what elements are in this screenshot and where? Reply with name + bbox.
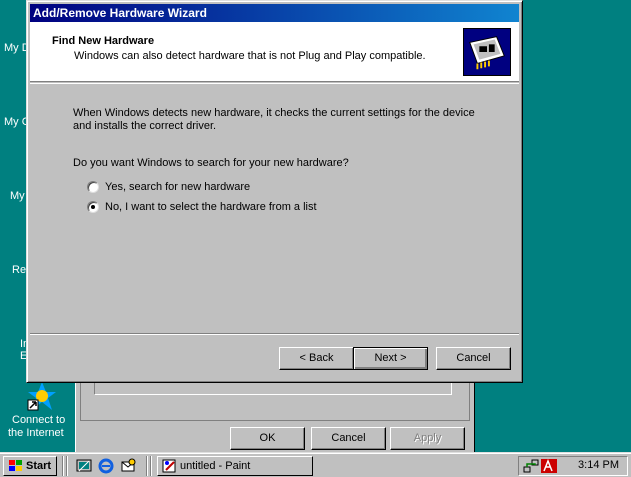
- task-paint-button[interactable]: untitled - Paint: [157, 456, 313, 476]
- clock[interactable]: 3:14 PM: [578, 459, 619, 471]
- wizard-separator: [30, 333, 519, 335]
- taskbar-divider-1: [62, 456, 64, 476]
- wizard-header-subtitle: Windows can also detect hardware that is…: [74, 50, 426, 62]
- system-tray: 3:14 PM: [518, 456, 628, 476]
- desktop-icon-label-network[interactable]: My: [10, 190, 25, 202]
- hardware-card-icon: [463, 28, 511, 76]
- next-button[interactable]: Next >: [353, 347, 428, 370]
- ati-tray-icon[interactable]: [541, 458, 557, 474]
- bg-ok-button[interactable]: OK: [230, 427, 305, 450]
- radio-button-yes[interactable]: [87, 181, 99, 193]
- taskbar-divider-4: [150, 456, 152, 476]
- outlook-express-icon[interactable]: [120, 458, 136, 474]
- taskbar: Start untitled - Paint 3:14 PM: [0, 452, 631, 477]
- radio-label-yes[interactable]: Yes, search for new hardware: [105, 181, 250, 193]
- wizard-header-highlight: [30, 83, 519, 84]
- add-remove-hardware-wizard: Add/Remove Hardware Wizard Find New Hard…: [26, 0, 523, 383]
- wizard-question: Do you want Windows to search for your n…: [73, 157, 349, 169]
- bg-apply-button[interactable]: Apply: [390, 427, 465, 450]
- wizard-header: Find New Hardware Windows can also detec…: [30, 22, 519, 82]
- paint-icon: [162, 459, 176, 473]
- radio-option-no[interactable]: No, I want to select the hardware from a…: [87, 200, 317, 214]
- taskbar-divider-3: [146, 456, 148, 476]
- connect-internet-icon[interactable]: [26, 380, 58, 412]
- show-desktop-icon[interactable]: [76, 458, 92, 474]
- windows-logo-icon: [9, 460, 22, 471]
- back-button[interactable]: < Back: [279, 347, 354, 370]
- desktop-icon-label-recycle-bin[interactable]: Re: [12, 264, 26, 276]
- desktop-icon-label-connect-2[interactable]: the Internet: [8, 427, 64, 439]
- radio-label-no[interactable]: No, I want to select the hardware from a…: [105, 201, 317, 213]
- wizard-header-title: Find New Hardware: [52, 35, 155, 47]
- bg-cancel-button[interactable]: Cancel: [311, 427, 386, 450]
- wizard-description-line-2: and installs the correct driver.: [73, 120, 217, 132]
- start-button[interactable]: Start: [3, 456, 57, 476]
- wizard-title: Add/Remove Hardware Wizard: [33, 6, 207, 20]
- wizard-description-line-1: When Windows detects new hardware, it ch…: [73, 107, 475, 119]
- network-tray-icon[interactable]: [523, 458, 539, 474]
- radio-button-no[interactable]: [87, 201, 99, 213]
- internet-explorer-icon[interactable]: [98, 458, 114, 474]
- wizard-title-bar[interactable]: Add/Remove Hardware Wizard: [30, 4, 519, 22]
- task-paint-label: untitled - Paint: [180, 460, 251, 472]
- desktop-icon-label-connect-1[interactable]: Connect to: [12, 414, 65, 426]
- taskbar-divider-2: [66, 456, 68, 476]
- start-label: Start: [26, 460, 52, 472]
- cancel-button[interactable]: Cancel: [436, 347, 511, 370]
- radio-option-yes[interactable]: Yes, search for new hardware: [87, 180, 250, 194]
